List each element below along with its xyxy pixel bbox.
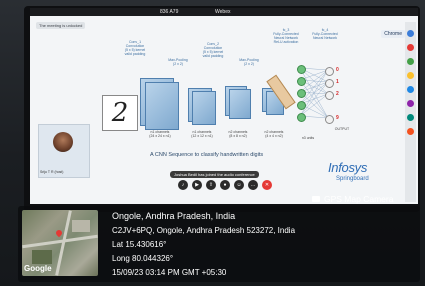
end-call-icon[interactable]: ✕ [262, 180, 272, 190]
input-digit-image: 2 [102, 95, 138, 131]
app-icon[interactable] [407, 30, 414, 37]
address-line: C2JV+6PQ, Ongole, Andhra Pradesh 523272,… [112, 226, 296, 235]
record-icon[interactable]: ● [220, 180, 230, 190]
hidden-neuron [297, 77, 306, 86]
webex-label: Webex [215, 9, 231, 15]
more-icon[interactable]: … [248, 180, 258, 190]
video-icon[interactable]: ▶ [192, 180, 202, 190]
longitude-line: Long 80.044326° [112, 254, 174, 263]
diagram-caption: A CNN Sequence to classify handwritten d… [150, 152, 264, 158]
mute-icon[interactable]: ♪ [178, 180, 188, 190]
map-road [22, 234, 98, 249]
meeting-notice: The meeting is unlocked [36, 22, 86, 29]
conv1-block [145, 82, 179, 130]
conv2-block [229, 89, 251, 119]
stage-label: Conv_2 Convolution (5 x 5) kernel valid pad… [202, 42, 224, 58]
output-neuron [325, 91, 334, 100]
chrome-label: Chrome [381, 30, 405, 38]
avatar [53, 132, 73, 152]
output-neuron [325, 115, 334, 124]
app-icon[interactable] [407, 86, 414, 93]
app-icon[interactable] [407, 58, 414, 65]
output-neuron [325, 67, 334, 76]
stage-label: Conv_1 Convolution (5 x 5) kernel valid pad… [124, 40, 146, 56]
app-icon[interactable] [407, 44, 414, 51]
hidden-neuron [297, 65, 306, 74]
app-icon[interactable] [407, 72, 414, 79]
output-neuron [325, 79, 334, 88]
participants-icon[interactable]: ☺ [234, 180, 244, 190]
layer-label: n1 channels (24 x 24 x n1) [149, 130, 171, 138]
stage-label: Max-Pooling (2 x 2) [239, 58, 259, 66]
layer-label: n1 channels (12 x 12 x n1) [191, 130, 213, 138]
join-notification: Joshua Bedil has joined the audio confer… [170, 171, 259, 178]
app-icon[interactable] [407, 100, 414, 107]
google-logo: Google [24, 264, 52, 273]
map-building [72, 220, 90, 232]
share-icon[interactable]: ⇧ [206, 180, 216, 190]
app-icon[interactable] [407, 128, 414, 135]
stage-label: fc_4 Fully-Connected Neural Network [312, 28, 338, 40]
output-number: 9 [336, 115, 339, 121]
latitude-line: Lat 15.430616° [112, 240, 167, 249]
output-number: 2 [336, 91, 339, 97]
hidden-neuron [297, 101, 306, 110]
camera-icon [312, 196, 320, 202]
pool1-block [192, 91, 216, 125]
gps-app-label: GPS Map Camera [324, 194, 394, 204]
output-number: 0 [336, 67, 339, 73]
meeting-id: 836 A79 [160, 9, 179, 15]
participant-name: Sriju T R (host) [40, 170, 64, 174]
location-title: Ongole, Andhra Pradesh, India [112, 211, 236, 221]
hidden-neuron [297, 113, 306, 122]
layer-label: n2 channels (8 x 8 x n2) [228, 130, 248, 138]
infosys-logo: Infosys [328, 160, 368, 175]
stage-label: Max-Pooling (2 x 2) [168, 58, 188, 66]
map-field [32, 250, 52, 264]
app-icon[interactable] [407, 114, 414, 121]
output-number: 1 [336, 79, 339, 85]
springboard-label: Springboard [336, 176, 369, 182]
hidden-neuron [297, 89, 306, 98]
timestamp-line: 15/09/23 03:14 PM GMT +05:30 [112, 268, 227, 277]
